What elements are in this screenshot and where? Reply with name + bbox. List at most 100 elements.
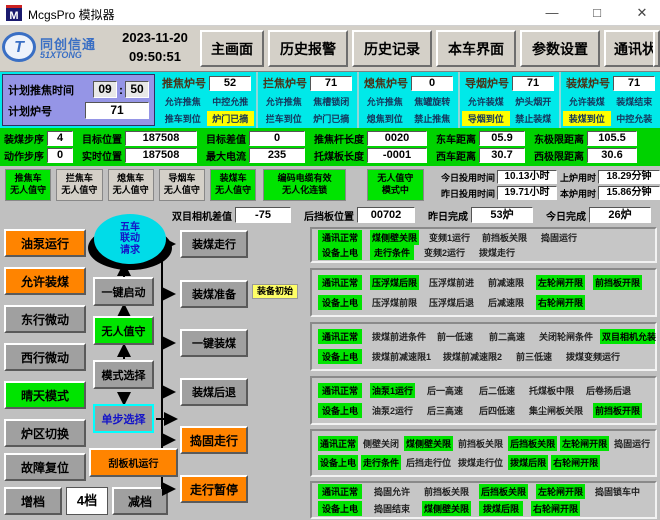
nav-main-screen[interactable]: 主画面: [200, 30, 264, 67]
field: 昨日完成53炉: [428, 207, 533, 223]
field-label: 本炉用时: [560, 187, 596, 200]
status-indicator: 变频2运行: [422, 245, 467, 260]
fault-reset-button[interactable]: 故障复位: [4, 453, 86, 481]
oven-zone-switch-button[interactable]: 炉区切换: [4, 419, 86, 447]
status-indicator: 后挡板关限: [479, 484, 528, 499]
oven-col-charging: 装煤炉号 71 允许装煤装煤结束装煤到位中控允装: [559, 72, 660, 128]
travel-pause-button[interactable]: 走行暂停: [180, 475, 248, 503]
west-jog-button[interactable]: 西行微动: [4, 343, 86, 371]
nav-this-machine[interactable]: 本车界面: [436, 30, 516, 67]
field-label: 最大电流: [206, 148, 246, 163]
minimize-button[interactable]: —: [537, 2, 567, 24]
oven-label: 熄焦炉号: [364, 75, 408, 91]
field: 本炉用时15.86分钟: [560, 186, 660, 200]
field-label: 西车距离: [436, 148, 476, 163]
oven-status: 推车到位: [159, 111, 207, 126]
status-indicator: 后三高速: [423, 403, 467, 418]
status-indicator: 集尘闸板关限: [527, 403, 585, 418]
usage-row-yesterday: 昨日投用时间19.71小时本炉用时15.86分钟: [441, 186, 660, 200]
field: 西车距离30.7: [436, 148, 525, 163]
field-value: 53炉: [471, 207, 533, 223]
east-jog-button[interactable]: 东行微动: [4, 305, 86, 333]
field: 今日完成26炉: [546, 207, 651, 223]
unattended-mode-button[interactable]: 无人值守: [93, 316, 154, 345]
status-indicator: 通讯正常: [318, 329, 362, 344]
plan-oven-label: 计划炉号: [8, 103, 85, 119]
allow-charging-button[interactable]: 允许装煤: [4, 267, 86, 295]
car-mode: 无人值守: [215, 185, 251, 197]
field: 最大电流235: [206, 148, 305, 163]
nav-history-record[interactable]: 历史记录: [352, 30, 432, 67]
status-indicator: 后四低速: [475, 403, 519, 418]
oven-col-pushing: 推焦炉号 52 允许推焦中控允推推车到位炉门已摘: [157, 72, 256, 128]
field-label: 今日完成: [546, 208, 586, 223]
field-value: 30.6: [587, 148, 637, 163]
mode-select-button[interactable]: 模式选择: [93, 360, 154, 389]
car-mode: 无人值守: [113, 185, 149, 197]
oven-col-smoke-guide: 导烟炉号 71 允许装煤炉头烟开导烟到位禁止装煤: [458, 72, 559, 128]
gear-up-button[interactable]: 增档: [4, 487, 62, 515]
field-value: 00702: [357, 207, 415, 223]
field-label: 装煤步序: [4, 131, 44, 146]
window-titlebar: M McgsPro 模拟器 — □ ✕: [0, 0, 660, 26]
field-label: 西极限距离: [534, 148, 584, 163]
nav-comm-status[interactable]: 通讯状态: [604, 30, 660, 67]
field: 托煤板长度-0001: [314, 148, 427, 163]
one-key-start-button[interactable]: 一键启动: [93, 277, 154, 306]
oven-number-display: 71: [512, 76, 554, 91]
nav-button-partial[interactable]: [653, 30, 660, 67]
one-key-charging-button[interactable]: 一键装煤: [180, 329, 248, 357]
status-indicator: 拨煤走行位: [456, 455, 505, 470]
status-indicator: 托煤板中限: [527, 383, 576, 398]
status-indicator: 走行条件: [370, 245, 414, 260]
oven-number-display: 0: [411, 76, 453, 91]
oven-status: 导烟到位: [462, 111, 510, 126]
oven-label: 推焦炉号: [162, 75, 206, 91]
charging-prepare-button[interactable]: 装煤准备: [180, 280, 248, 308]
oil-pump-run-button[interactable]: 油泵运行: [4, 229, 86, 257]
oven-status: 禁止装煤: [510, 111, 558, 126]
status-panel-4: 通讯正常油泵1运行后一高速后二低速托煤板中限后卷扬后退 设备上电油泵2运行后三高…: [310, 376, 657, 425]
clear-weather-mode-button[interactable]: 晴天模式: [4, 381, 86, 409]
gear-down-button[interactable]: 减档: [112, 487, 168, 515]
status-indicator: 拨煤前减速限2: [441, 349, 504, 364]
field-label: 今日投用时间: [441, 171, 495, 184]
status-panel-3: 通讯正常拨煤前进条件前一低速前二高速关闭轮闸条件双目相机允装 设备上电拨煤前减速…: [310, 322, 657, 371]
status-panel-1: 通讯正常煤侧壁关限变频1运行前挡板关限捣固运行 设备上电走行条件变频2运行拨煤走…: [310, 227, 657, 263]
nav-history-alarm[interactable]: 历史报警: [268, 30, 348, 67]
charging-retreat-button[interactable]: 装煤后退: [180, 378, 248, 406]
field-label: 昨日投用时间: [441, 187, 495, 200]
logo-icon: T: [2, 32, 36, 62]
main-nav: 主画面 历史报警 历史记录 本车界面 参数设置 通讯状态: [200, 30, 660, 67]
oven-number-display: 52: [209, 76, 251, 91]
maximize-button[interactable]: □: [582, 2, 612, 24]
field: 上炉用时18.29分钟: [560, 170, 660, 184]
metrics-row-2: 动作步序0实时位置187508最大电流235托煤板长度-0001西车距离30.7…: [4, 147, 660, 164]
status-indicator: 通讯正常: [318, 275, 362, 290]
status-panel-5: 通讯正常侧壁关闭煤侧壁关限前挡板关限后挡板关限左轮闸开限捣固运行 设备上电走行条…: [310, 429, 657, 477]
single-step-button[interactable]: 单步选择: [93, 404, 154, 433]
field-label: 目标差值: [206, 131, 246, 146]
status-indicator: 拨煤走行: [475, 245, 519, 260]
status-indicator: 左轮闸开限: [536, 484, 585, 499]
five-car-linkage-circle[interactable]: 五车 联动 请求: [94, 214, 166, 264]
date-text: 2023-11-20: [113, 29, 197, 48]
field: 双目相机差值-75: [172, 207, 291, 223]
status-indicator: 变频1运行: [427, 230, 472, 245]
status-indicator: 关闭轮闸条件: [537, 329, 592, 344]
status-indicator: 前挡板开限: [593, 275, 642, 290]
close-button[interactable]: ✕: [627, 2, 657, 24]
car-name: 熄焦车: [117, 173, 144, 185]
status-indicator: 油泵1运行: [370, 383, 415, 398]
status-indicator: 左轮闸开限: [536, 275, 585, 290]
tamping-travel-button[interactable]: 捣固走行: [180, 426, 248, 454]
field: 动作步序0: [4, 148, 73, 163]
charging-travel-button[interactable]: 装煤走行: [180, 230, 248, 258]
status-panel-2: 通讯正常压浮煤后限压浮煤前进前减速限左轮闸开限前挡板开限 设备上电压浮煤前限压浮…: [310, 268, 657, 317]
field: 后挡板位置00702: [304, 207, 415, 223]
nav-parameter-settings[interactable]: 参数设置: [520, 30, 600, 67]
plan-minute-display: 50: [125, 81, 149, 98]
status-indicator: 双目相机允装: [600, 329, 655, 344]
scraper-run-button[interactable]: 刮板机运行: [89, 448, 178, 477]
company-logo: T 同创信通 51XTONG: [2, 30, 112, 68]
